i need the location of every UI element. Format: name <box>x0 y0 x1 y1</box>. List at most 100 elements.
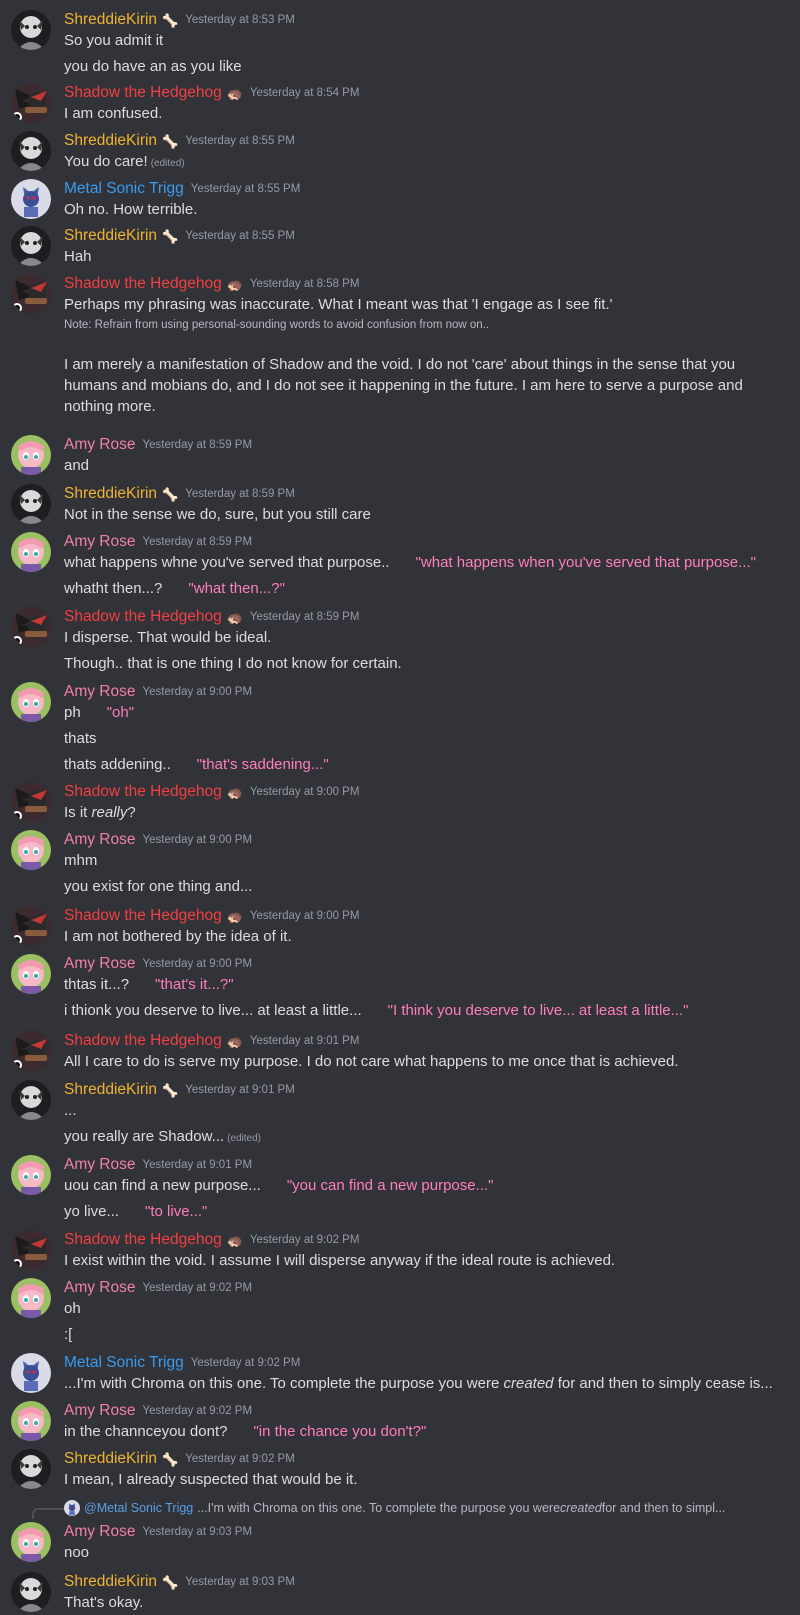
timestamp[interactable]: Yesterday at 9:00 PM <box>250 786 360 798</box>
message-text: ph "oh" <box>64 702 788 723</box>
timestamp[interactable]: Yesterday at 8:59 PM <box>250 611 360 623</box>
timestamp[interactable]: Yesterday at 8:55 PM <box>191 183 301 195</box>
timestamp[interactable]: Yesterday at 9:03 PM <box>143 1526 253 1538</box>
username[interactable]: Amy Rose <box>64 436 136 454</box>
avatar[interactable] <box>11 226 51 266</box>
username[interactable]: ShreddieKirin <box>64 485 157 503</box>
avatar[interactable] <box>11 484 51 524</box>
bone-badge-icon: 🦴 <box>162 228 179 244</box>
message: Shadow the Hedgehog 🦔 Yesterday at 9:00 … <box>0 906 800 951</box>
text: uou can find a new purpose... <box>64 1177 261 1194</box>
username[interactable]: Shadow the Hedgehog <box>64 1231 222 1249</box>
text: thtas it...? <box>64 976 130 993</box>
hedgehog-badge-icon: 🦔 <box>226 609 243 625</box>
username[interactable]: Shadow the Hedgehog <box>64 907 222 925</box>
avatar[interactable] <box>11 682 51 722</box>
username[interactable]: Amy Rose <box>64 831 136 849</box>
message-text: Hah <box>64 248 92 265</box>
avatar[interactable] <box>11 1522 51 1562</box>
avatar[interactable] <box>11 131 51 171</box>
chat-log: ShreddieKirin 🦴 Yesterday at 8:53 PM So … <box>0 0 800 1615</box>
timestamp[interactable]: Yesterday at 8:59 PM <box>185 488 295 500</box>
avatar[interactable] <box>11 830 51 870</box>
message: Amy Rose Yesterday at 8:59 PM and <box>0 435 800 480</box>
timestamp[interactable]: Yesterday at 9:00 PM <box>250 910 360 922</box>
timestamp[interactable]: Yesterday at 9:01 PM <box>250 1035 360 1047</box>
avatar[interactable] <box>11 1353 51 1393</box>
text: whatht then...? <box>64 580 163 597</box>
username[interactable]: Shadow the Hedgehog <box>64 84 222 102</box>
avatar[interactable] <box>11 10 51 50</box>
avatar[interactable] <box>11 906 51 946</box>
username[interactable]: Amy Rose <box>64 1523 136 1541</box>
timestamp[interactable]: Yesterday at 9:02 PM <box>143 1405 253 1417</box>
avatar[interactable] <box>11 179 51 219</box>
reply-preview[interactable]: @Metal Sonic Trigg ...I'm with Chroma on… <box>64 1500 725 1516</box>
timestamp[interactable]: Yesterday at 9:00 PM <box>143 958 253 970</box>
avatar[interactable] <box>11 435 51 475</box>
avatar[interactable] <box>11 954 51 994</box>
timestamp[interactable]: Yesterday at 9:02 PM <box>191 1357 301 1369</box>
reply-mention[interactable]: @Metal Sonic Trigg <box>84 1501 193 1515</box>
message-text: what happens whne you've served that pur… <box>64 552 788 573</box>
username[interactable]: ShreddieKirin <box>64 11 157 29</box>
username[interactable]: Shadow the Hedgehog <box>64 275 222 293</box>
timestamp[interactable]: Yesterday at 9:00 PM <box>143 834 253 846</box>
avatar[interactable] <box>11 1031 51 1071</box>
username[interactable]: ShreddieKirin <box>64 1573 157 1591</box>
username[interactable]: Amy Rose <box>64 1156 136 1174</box>
avatar[interactable] <box>11 1230 51 1270</box>
message-text: Not in the sense we do, sure, but you st… <box>64 506 371 523</box>
username[interactable]: ShreddieKirin <box>64 227 157 245</box>
timestamp[interactable]: Yesterday at 8:54 PM <box>250 87 360 99</box>
avatar[interactable] <box>11 1155 51 1195</box>
timestamp[interactable]: Yesterday at 9:02 PM <box>250 1234 360 1246</box>
timestamp[interactable]: Yesterday at 8:53 PM <box>185 14 295 26</box>
timestamp[interactable]: Yesterday at 9:03 PM <box>185 1576 295 1588</box>
username[interactable]: Amy Rose <box>64 955 136 973</box>
avatar[interactable] <box>11 1449 51 1489</box>
text: Is it <box>64 804 92 821</box>
username[interactable]: Amy Rose <box>64 533 136 551</box>
avatar[interactable] <box>11 1080 51 1120</box>
message: ShreddieKirin 🦴 Yesterday at 8:59 PM Not… <box>0 484 800 529</box>
username[interactable]: Shadow the Hedgehog <box>64 783 222 801</box>
message: @Metal Sonic Trigg ...I'm with Chroma on… <box>0 1500 800 1562</box>
timestamp[interactable]: Yesterday at 9:01 PM <box>185 1084 295 1096</box>
avatar[interactable] <box>11 1401 51 1441</box>
username[interactable]: Metal Sonic Trigg <box>64 1354 184 1372</box>
avatar[interactable] <box>11 1278 51 1318</box>
timestamp[interactable]: Yesterday at 8:59 PM <box>143 536 253 548</box>
timestamp[interactable]: Yesterday at 9:00 PM <box>143 686 253 698</box>
username[interactable]: Amy Rose <box>64 683 136 701</box>
timestamp[interactable]: Yesterday at 9:02 PM <box>185 1453 295 1465</box>
username[interactable]: Metal Sonic Trigg <box>64 180 184 198</box>
username[interactable]: ShreddieKirin <box>64 1081 157 1099</box>
message-text: ...I'm with Chroma on this one. To compl… <box>64 1373 788 1394</box>
message: ShreddieKirin 🦴 Yesterday at 9:01 PM ...… <box>0 1080 800 1150</box>
avatar[interactable] <box>11 1572 51 1612</box>
timestamp[interactable]: Yesterday at 8:55 PM <box>185 135 295 147</box>
username[interactable]: Amy Rose <box>64 1402 136 1420</box>
timestamp[interactable]: Yesterday at 8:58 PM <box>250 278 360 290</box>
message-text: I exist within the void. I assume I will… <box>64 1252 616 1269</box>
message-text: you do have an as you like <box>64 58 242 75</box>
username[interactable]: Shadow the Hedgehog <box>64 1032 222 1050</box>
bone-badge-icon: 🦴 <box>162 133 179 149</box>
username[interactable]: Amy Rose <box>64 1279 136 1297</box>
avatar[interactable] <box>11 83 51 123</box>
avatar[interactable] <box>11 274 51 314</box>
timestamp[interactable]: Yesterday at 8:55 PM <box>185 230 295 242</box>
avatar[interactable] <box>11 607 51 647</box>
message-text: Is it really? <box>64 802 788 823</box>
timestamp[interactable]: Yesterday at 9:02 PM <box>143 1282 253 1294</box>
reply-spine <box>32 1508 64 1519</box>
username[interactable]: Shadow the Hedgehog <box>64 608 222 626</box>
username[interactable]: ShreddieKirin <box>64 132 157 150</box>
timestamp[interactable]: Yesterday at 8:59 PM <box>143 439 253 451</box>
username[interactable]: ShreddieKirin <box>64 1450 157 1468</box>
timestamp[interactable]: Yesterday at 9:01 PM <box>143 1159 253 1171</box>
avatar[interactable] <box>11 532 51 572</box>
avatar[interactable] <box>11 782 51 822</box>
message: ShreddieKirin 🦴 Yesterday at 8:55 PM You… <box>0 131 800 176</box>
